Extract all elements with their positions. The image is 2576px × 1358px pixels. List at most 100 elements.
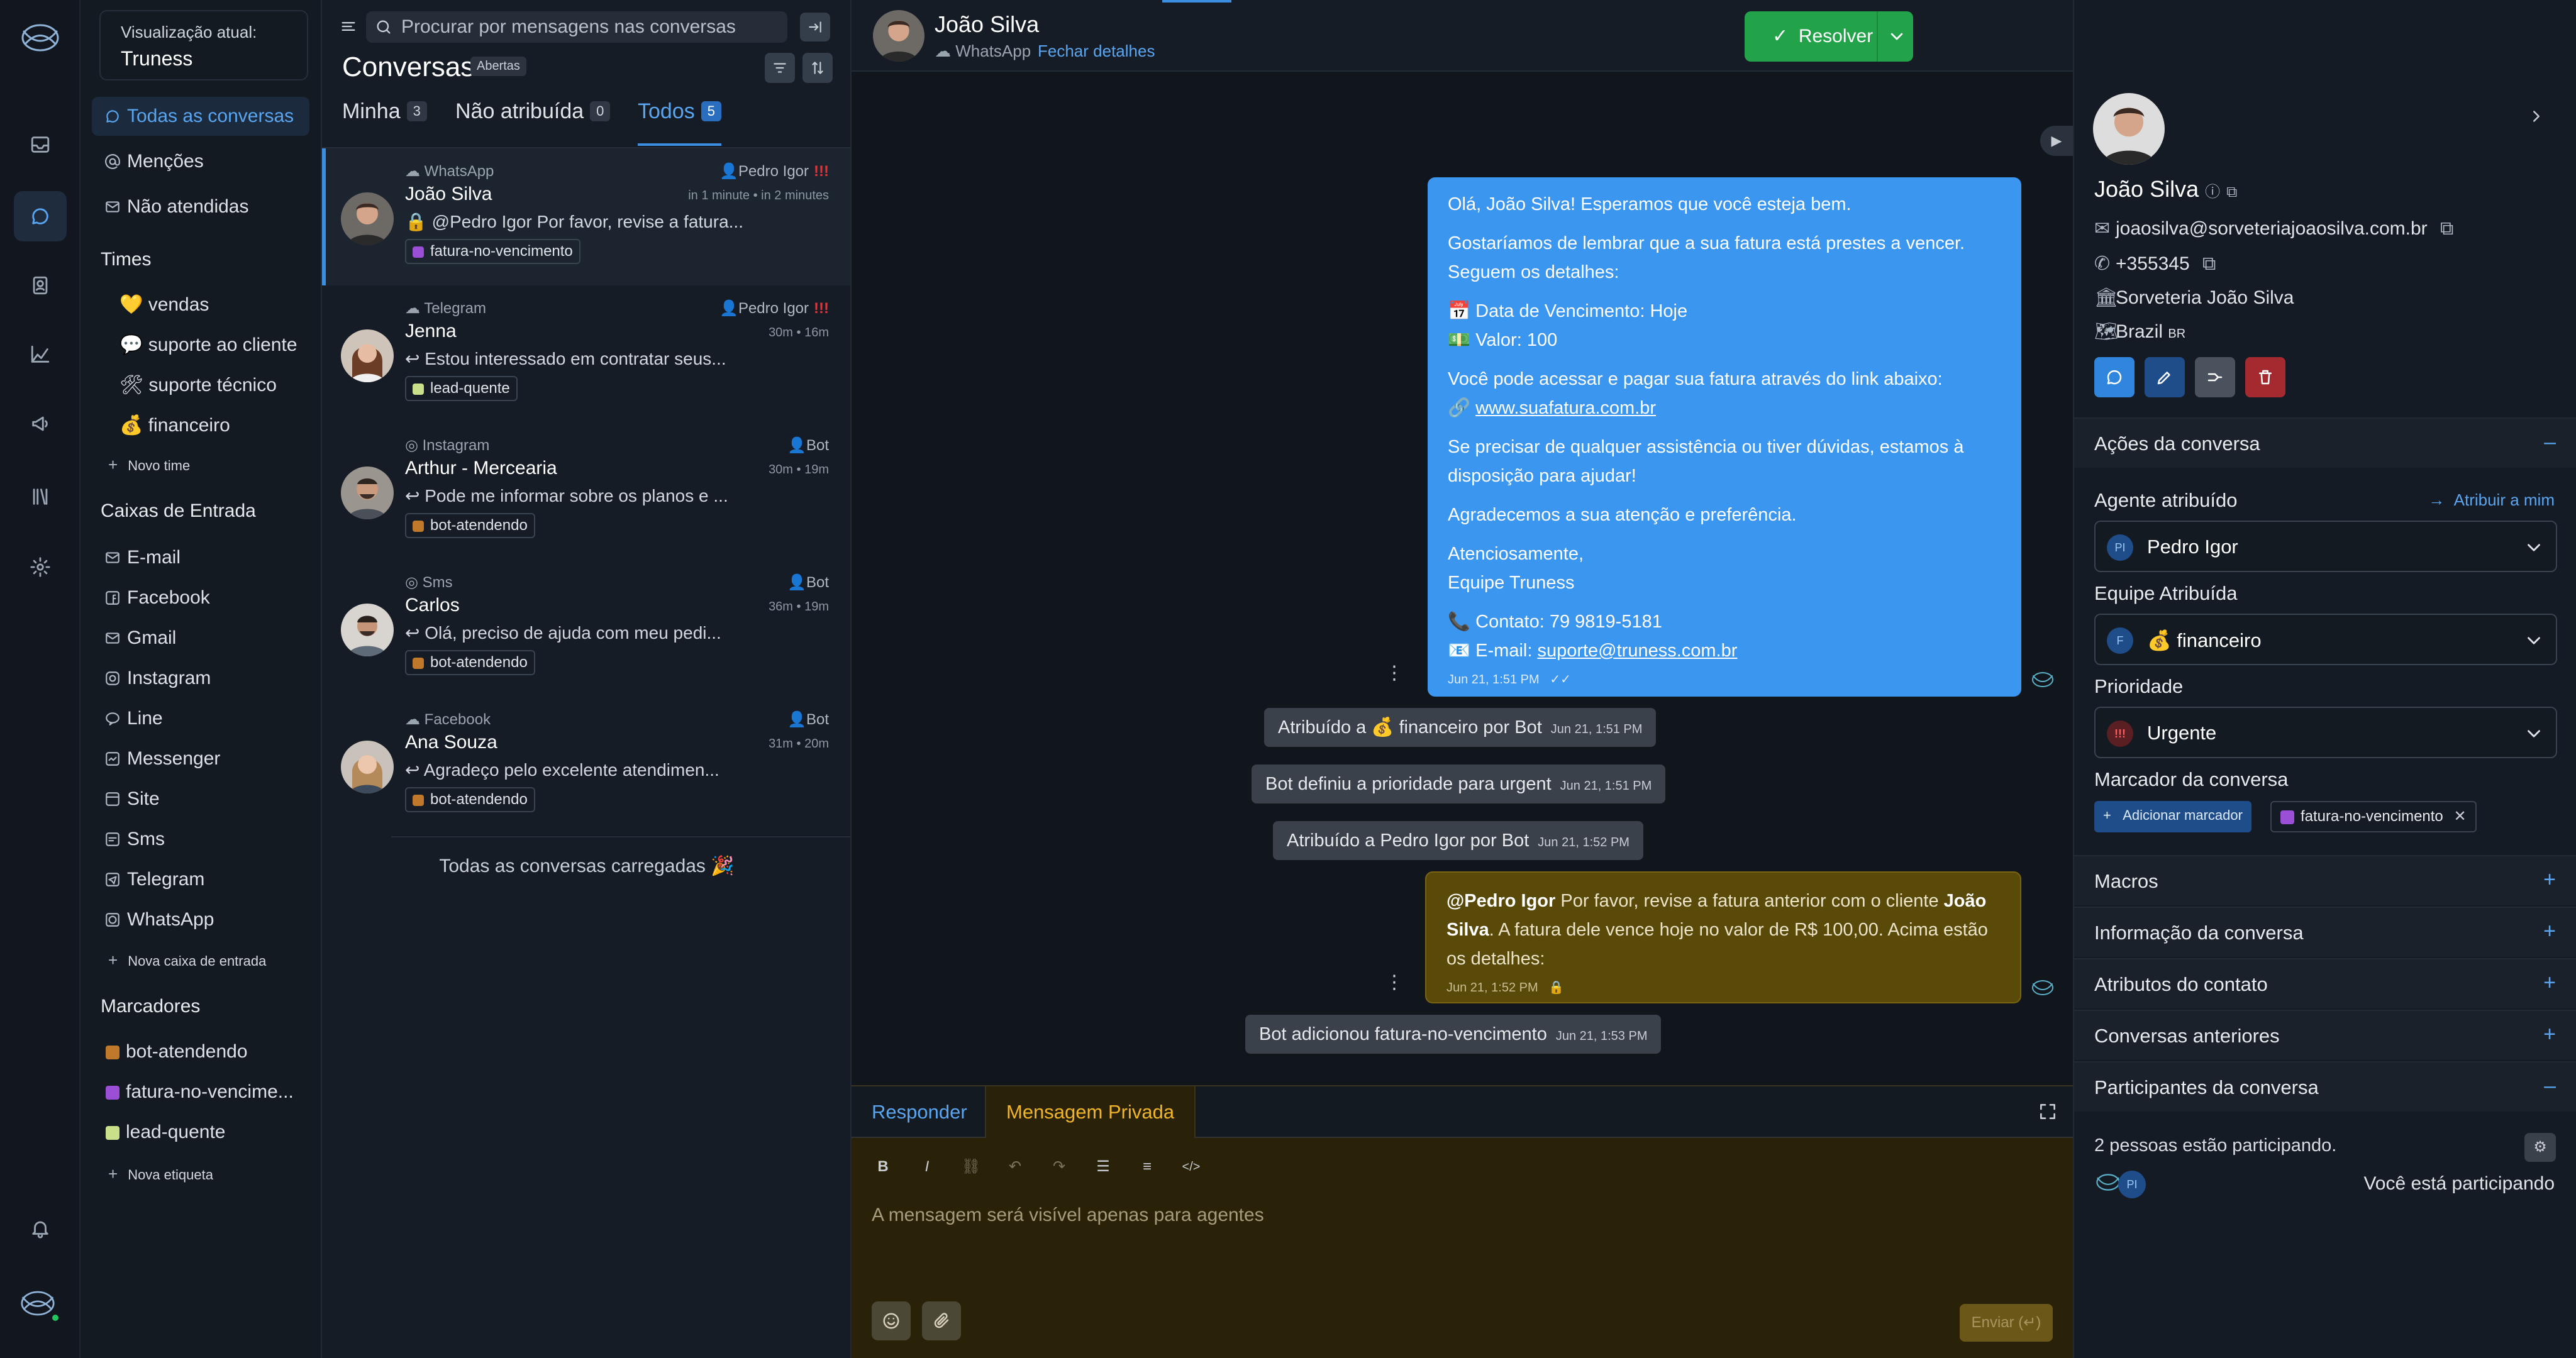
emoji-icon[interactable] <box>872 1301 911 1340</box>
external-link-icon[interactable]: ⧉ <box>2226 184 2237 201</box>
italic-icon[interactable]: I <box>916 1156 938 1178</box>
sidebar-item-inbox-gmail[interactable]: Gmail <box>92 619 309 658</box>
close-details-link[interactable]: Fechar detalhes <box>1038 41 1155 61</box>
contacts-icon[interactable] <box>25 270 55 301</box>
code-icon[interactable]: </> <box>1180 1156 1202 1178</box>
link-icon[interactable]: ⛓ <box>960 1156 982 1178</box>
chevron-down-icon[interactable] <box>1887 26 1907 47</box>
sidebar-item-team-vendas[interactable]: 💛 vendas <box>92 285 309 324</box>
send-button[interactable]: Enviar (↵) <box>1960 1304 2053 1342</box>
search-icon <box>377 20 391 34</box>
library-icon[interactable] <box>25 482 55 512</box>
conversation-item[interactable]: ◎ Sms 👤Bot Carlos 36m • 19m ↩ Olá, preci… <box>322 560 850 697</box>
sidebar-item-inbox-email[interactable]: E-mail <box>92 538 309 577</box>
chevron-right-icon[interactable] <box>2527 107 2546 126</box>
bold-icon[interactable]: B <box>872 1156 894 1178</box>
sidebar-item-label-bot-atendendo[interactable]: bot-atendendo <box>92 1032 309 1071</box>
sidebar-item-inbox-telegram[interactable]: Telegram <box>92 860 309 899</box>
teams-heading: Times <box>101 249 152 270</box>
sidebar-item-unattended[interactable]: Não atendidas <box>92 187 309 226</box>
conversation-item[interactable]: ☁ Facebook 👤Bot Ana Souza 31m • 20m ↩ Ag… <box>322 697 850 834</box>
email-link[interactable]: suporte@truness.com.br <box>1537 641 1737 661</box>
conversation-item[interactable]: ☁ WhatsApp 👤Pedro Igor!!! João Silva in … <box>322 148 850 285</box>
priority-select[interactable]: !!! Urgente <box>2094 707 2557 758</box>
toggle-panel-button[interactable]: ▶ <box>2040 126 2073 156</box>
sidebar-item-inbox-line[interactable]: Line <box>92 699 309 738</box>
message-menu-icon[interactable]: ⋮ <box>1385 973 1404 992</box>
merge-contact-button[interactable] <box>2195 357 2235 397</box>
close-icon[interactable]: ✕ <box>2453 808 2466 825</box>
copy-icon[interactable]: ⧉ <box>2440 218 2453 239</box>
sidebar-item-inbox-site[interactable]: Site <box>92 780 309 819</box>
sidebar-item-team-financeiro[interactable]: 💰 financeiro <box>92 406 309 445</box>
settings-icon[interactable] <box>25 552 55 582</box>
profile-avatar[interactable] <box>18 1286 62 1324</box>
you-participate-text[interactable]: Você está participando <box>2363 1173 2555 1195</box>
tab-all[interactable]: Todos 5 <box>638 99 721 146</box>
bell-icon[interactable] <box>25 1213 55 1244</box>
edit-contact-button[interactable] <box>2145 357 2185 397</box>
chat-icon[interactable] <box>14 191 67 241</box>
delete-contact-button[interactable] <box>2245 357 2285 397</box>
redo-icon[interactable]: ↷ <box>1048 1156 1070 1178</box>
tab-private-message[interactable]: Mensagem Privada <box>985 1086 1196 1138</box>
new-inbox-button[interactable]: + Nova caixa de entrada <box>108 951 266 970</box>
section-participants[interactable]: Participantes da conversa – <box>2074 1061 2576 1112</box>
numbered-list-icon[interactable]: ≡ <box>1136 1156 1158 1178</box>
sort-button[interactable] <box>802 53 833 83</box>
copy-icon[interactable]: ⧉ <box>2202 253 2216 274</box>
add-tag-button[interactable]: + Adicionar marcador <box>2094 801 2251 832</box>
status-badge[interactable]: Abertas <box>470 57 526 76</box>
sidebar-item-inbox-facebook[interactable]: Facebook <box>92 578 309 617</box>
campaigns-icon[interactable] <box>25 409 55 439</box>
new-label-button[interactable]: + Nova etiqueta <box>108 1164 213 1184</box>
contact-name: Jenna <box>405 321 457 341</box>
inbox-icon[interactable] <box>25 130 55 160</box>
section-conversation-actions[interactable]: Ações da conversa – <box>2074 417 2576 468</box>
info-icon[interactable]: ⓘ <box>2205 184 2220 201</box>
search-input[interactable]: Procurar por mensagens nas conversas <box>366 11 787 43</box>
gear-icon[interactable]: ⚙ <box>2524 1133 2556 1162</box>
sidebar-item-inbox-messenger[interactable]: Messenger <box>92 739 309 778</box>
undo-icon[interactable]: ↶ <box>1004 1156 1026 1178</box>
section-macros[interactable]: Macros + <box>2074 855 2576 905</box>
current-view-switcher[interactable]: Visualização atual: Truness <box>99 10 308 80</box>
sidebar-item-mentions[interactable]: Menções <box>92 142 309 181</box>
sidebar-item-team-suporte-tecnico[interactable]: 🛠 suporte técnico <box>92 366 309 405</box>
collapse-sidebar-button[interactable] <box>800 13 830 41</box>
sidebar-item-team-suporte-cliente[interactable]: 💬 suporte ao cliente <box>92 326 309 365</box>
conversation-item[interactable]: ☁ Telegram 👤Pedro Igor!!! Jenna 30m • 16… <box>322 285 850 422</box>
expand-icon[interactable] <box>2038 1101 2058 1122</box>
team-select[interactable]: F 💰 financeiro <box>2094 614 2557 665</box>
sidebar-item-label-fatura[interactable]: fatura-no-vencime... <box>92 1073 309 1112</box>
attachment-icon[interactable] <box>922 1301 961 1340</box>
sidebar-item-all-conversations[interactable]: Todas as conversas <box>92 97 309 136</box>
message-input[interactable]: A mensagem será visível apenas para agen… <box>872 1205 1264 1226</box>
chevron-down-icon <box>2528 730 2540 737</box>
message-menu-icon[interactable]: ⋮ <box>1385 664 1404 683</box>
bullet-list-icon[interactable]: ☰ <box>1092 1156 1114 1178</box>
tab-mine[interactable]: Minha 3 <box>342 99 427 146</box>
reports-icon[interactable] <box>25 340 55 370</box>
section-conversation-info[interactable]: Informação da conversa + <box>2074 907 2576 957</box>
resolve-button[interactable]: ✓ Resolver <box>1745 11 1913 62</box>
contact-name: Carlos <box>405 595 460 616</box>
conversation-item[interactable]: ◎ Instagram 👤Bot Arthur - Mercearia 30m … <box>322 422 850 560</box>
sidebar-item-inbox-instagram[interactable]: Instagram <box>92 659 309 698</box>
sidebar-item-label-lead-quente[interactable]: lead-quente <box>92 1113 309 1152</box>
new-message-button[interactable] <box>2094 357 2135 397</box>
logo-icon[interactable] <box>19 19 62 57</box>
sidebar-item-inbox-sms[interactable]: Sms <box>92 820 309 859</box>
new-team-button[interactable]: + Novo time <box>108 455 190 475</box>
invoice-link[interactable]: www.suafatura.com.br <box>1475 398 1656 418</box>
assign-to-me-link[interactable]: → Atribuir a mim <box>2428 490 2555 510</box>
tab-unassigned[interactable]: Não atribuída 0 <box>455 99 611 146</box>
menu-toggle-icon[interactable] <box>340 18 357 35</box>
agent-select[interactable]: PI Pedro Igor <box>2094 521 2557 572</box>
sidebar-item-inbox-whatsapp[interactable]: WhatsApp <box>92 900 309 939</box>
filter-button[interactable] <box>765 53 795 83</box>
section-previous-conversations[interactable]: Conversas anteriores + <box>2074 1010 2576 1060</box>
inbox-name: ☁ WhatsApp <box>405 163 494 180</box>
section-contact-attributes[interactable]: Atributos do contato + <box>2074 958 2576 1008</box>
tab-reply[interactable]: Responder <box>852 1086 987 1138</box>
